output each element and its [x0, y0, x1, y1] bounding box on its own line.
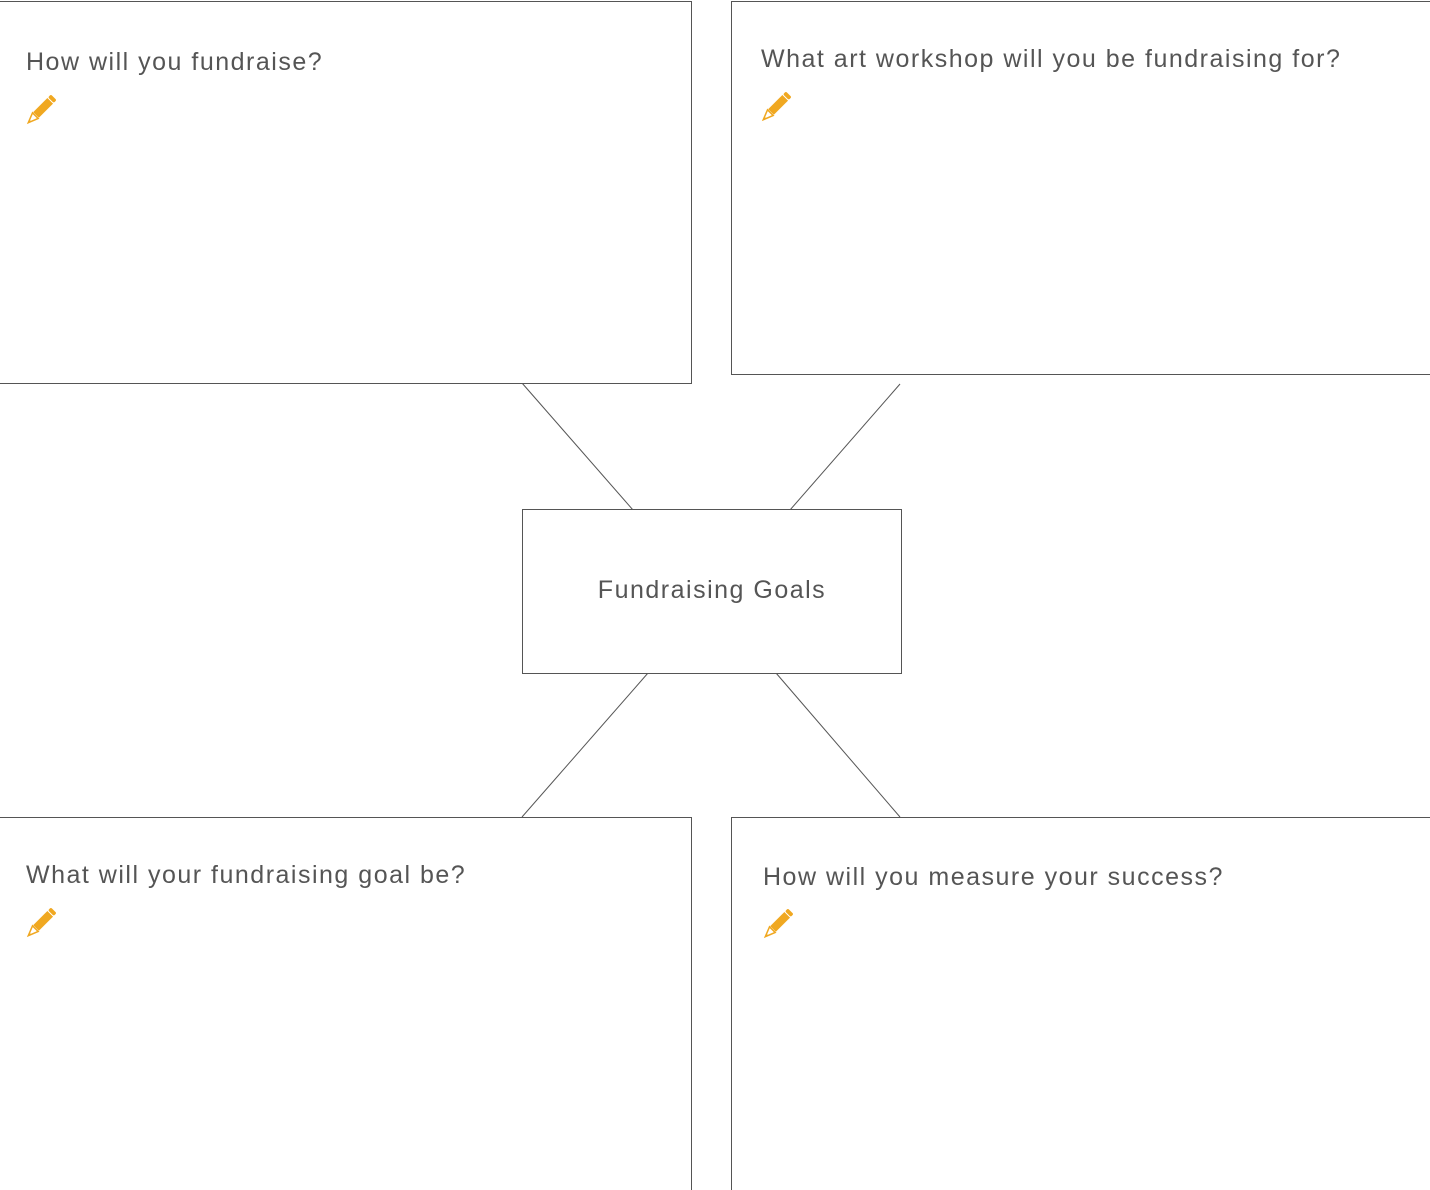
- pencil-icon: [26, 908, 56, 938]
- question-text: How will you fundraise?: [26, 48, 324, 76]
- connector-bottom-left: [521, 672, 649, 818]
- connector-bottom-right: [775, 672, 901, 818]
- question-box-top-left[interactable]: How will you fundraise?: [0, 1, 692, 384]
- question-box-bottom-right[interactable]: How will you measure your success?: [731, 817, 1430, 1190]
- pencil-icon: [763, 909, 793, 939]
- question-text: What art workshop will you be fundraisin…: [761, 45, 1342, 73]
- pencil-icon: [761, 92, 791, 122]
- connector-top-right: [789, 383, 901, 511]
- question-text: What will your fundraising goal be?: [26, 861, 467, 889]
- center-label: Fundraising Goals: [597, 576, 827, 604]
- center-box: Fundraising Goals: [522, 509, 902, 674]
- pencil-icon: [26, 95, 56, 125]
- question-box-top-right[interactable]: What art workshop will you be fundraisin…: [731, 1, 1430, 375]
- connector-top-left: [521, 382, 634, 511]
- question-text: How will you measure your success?: [763, 863, 1224, 891]
- question-box-bottom-left[interactable]: What will your fundraising goal be?: [0, 817, 692, 1190]
